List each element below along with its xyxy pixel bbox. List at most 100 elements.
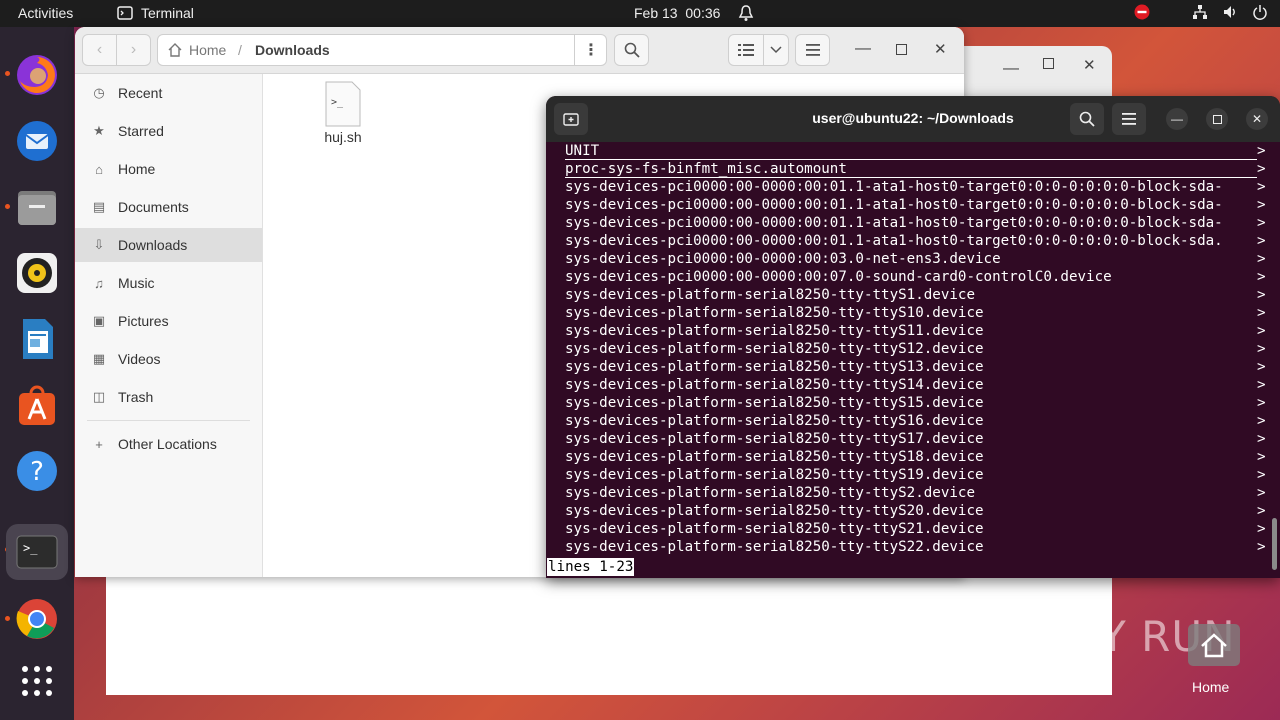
- minimize-icon[interactable]: —: [1003, 60, 1019, 78]
- overflow-marker: >: [1257, 251, 1266, 267]
- sidebar-item-trash[interactable]: ◫ Trash: [75, 380, 262, 414]
- breadcrumb-home[interactable]: Home: [189, 42, 226, 58]
- terminal-window: user@ubuntu22: ~/Downloads — ✕ UNIT > proc…: [546, 96, 1280, 578]
- breadcrumb-separator: /: [238, 42, 242, 58]
- close-icon[interactable]: ✕: [1083, 56, 1096, 74]
- sidebar-item-documents[interactable]: ▤ Documents: [75, 190, 262, 224]
- terminal-header: user@ubuntu22: ~/Downloads — ✕: [546, 96, 1280, 142]
- overflow-marker: >: [1257, 521, 1266, 537]
- back-button[interactable]: ‹: [82, 34, 117, 66]
- maximize-icon[interactable]: [896, 44, 907, 55]
- hamburger-menu-icon: [1122, 113, 1136, 125]
- trash-icon: ◫: [92, 389, 106, 404]
- overflow-marker: >: [1257, 449, 1266, 465]
- terminal-icon: [117, 6, 133, 20]
- svg-text:?: ?: [30, 457, 44, 487]
- file-name: huj.sh: [324, 129, 362, 145]
- list-view-icon: [738, 44, 754, 56]
- path-menu-icon[interactable]: ⋮: [583, 40, 599, 60]
- desktop-home-label[interactable]: Home: [1192, 679, 1229, 695]
- power-icon: [1252, 4, 1268, 20]
- overflow-marker: >: [1257, 287, 1266, 303]
- terminal-line: proc-sys-fs-binfmt_misc.automount: [565, 160, 1257, 178]
- desktop-home-icon[interactable]: [1186, 620, 1242, 668]
- view-options-button[interactable]: [763, 34, 789, 66]
- sidebar-item-music[interactable]: ♫ Music: [75, 266, 262, 300]
- path-bar[interactable]: Home / Downloads ⋮: [157, 34, 607, 66]
- bell-icon[interactable]: [738, 4, 754, 22]
- sidebar-item-videos[interactable]: ▦ Videos: [75, 342, 262, 376]
- show-applications-icon[interactable]: [13, 657, 61, 705]
- overflow-marker: >: [1257, 431, 1266, 447]
- terminal-line: sys-devices-platform-serial8250-tty-ttyS…: [565, 539, 984, 555]
- sidebar-divider: [87, 420, 250, 421]
- overflow-marker: >: [1257, 233, 1266, 249]
- background-window: [106, 577, 1112, 695]
- forward-button[interactable]: ›: [116, 34, 151, 66]
- network-icon: [1192, 4, 1208, 20]
- download-icon: ⇩: [93, 237, 105, 252]
- terminal-minimize-button[interactable]: —: [1166, 108, 1188, 130]
- music-icon: ♫: [94, 275, 104, 291]
- activities-button[interactable]: Activities: [18, 5, 73, 21]
- terminal-close-button[interactable]: ✕: [1246, 108, 1268, 130]
- video-icon: ▦: [92, 351, 106, 366]
- app-menu[interactable]: Terminal: [117, 5, 194, 21]
- chevron-down-icon: [770, 46, 782, 54]
- overflow-marker: >: [1257, 395, 1266, 411]
- running-indicator: [5, 616, 10, 621]
- overflow-marker: >: [1257, 323, 1266, 339]
- document-icon: ▤: [92, 199, 106, 214]
- terminal-search-button[interactable]: [1070, 103, 1104, 135]
- overflow-marker: >: [1257, 467, 1266, 483]
- overflow-marker: >: [1257, 341, 1266, 357]
- svg-text:>_: >_: [23, 541, 38, 555]
- terminal-line: sys-devices-platform-serial8250-tty-ttyS…: [565, 413, 984, 429]
- list-view-button[interactable]: [728, 34, 764, 66]
- terminal-line: sys-devices-pci0000:00-0000:00:03.0-net-…: [565, 251, 1001, 267]
- sidebar-item-pictures[interactable]: ▣ Pictures: [75, 304, 262, 338]
- system-tray[interactable]: [1134, 4, 1268, 20]
- thunderbird-icon[interactable]: [13, 117, 61, 165]
- close-icon: ✕: [1251, 112, 1263, 126]
- terminal-output[interactable]: UNIT > proc-sys-fs-binfmt_misc.automount > s…: [546, 142, 1280, 578]
- terminal-line: sys-devices-platform-serial8250-tty-ttyS…: [565, 287, 975, 303]
- overflow-marker: >: [1257, 485, 1266, 501]
- terminal-line: sys-devices-pci0000:00-0000:00:07.0-soun…: [565, 269, 1112, 285]
- libreoffice-writer-icon[interactable]: [13, 315, 61, 363]
- overflow-marker: >: [1257, 161, 1266, 177]
- sidebar-item-recent[interactable]: ◷ Recent: [75, 76, 262, 110]
- terminal-menu-button[interactable]: [1112, 103, 1146, 135]
- firefox-icon[interactable]: [13, 51, 61, 99]
- terminal-scrollbar[interactable]: [1272, 518, 1277, 570]
- sidebar-item-other-locations[interactable]: + Other Locations: [75, 427, 262, 461]
- file-item[interactable]: >_ huj.sh: [311, 81, 375, 151]
- star-icon: ★: [93, 123, 105, 138]
- overflow-marker: >: [1257, 413, 1266, 429]
- breadcrumb-current[interactable]: Downloads: [255, 42, 330, 58]
- overflow-marker: >: [1257, 377, 1266, 393]
- clock[interactable]: Feb 13 00:36: [634, 5, 720, 21]
- file-manager-header: ‹ › Home / Downloads ⋮ — ✕: [75, 27, 964, 74]
- sidebar-item-downloads[interactable]: ⇩ Downloads: [75, 228, 262, 262]
- main-menu-button[interactable]: [795, 34, 830, 66]
- ubuntu-software-icon[interactable]: [13, 381, 61, 429]
- terminal-header-line: UNIT: [565, 142, 1257, 160]
- minimize-icon[interactable]: —: [855, 40, 871, 58]
- running-indicator: [5, 71, 10, 76]
- overflow-marker: >: [1257, 197, 1266, 213]
- terminal-dock-icon[interactable]: >_: [6, 524, 68, 580]
- sidebar-item-home[interactable]: ⌂ Home: [75, 152, 262, 186]
- maximize-icon[interactable]: [1043, 58, 1054, 69]
- terminal-line: sys-devices-platform-serial8250-tty-ttyS…: [565, 359, 984, 375]
- help-icon[interactable]: ?: [13, 447, 61, 495]
- rhythmbox-icon[interactable]: [13, 249, 61, 297]
- overflow-marker: >: [1257, 359, 1266, 375]
- chrome-icon[interactable]: [13, 595, 61, 643]
- terminal-maximize-button[interactable]: [1206, 108, 1228, 130]
- files-icon[interactable]: [13, 183, 61, 231]
- sidebar-item-starred[interactable]: ★ Starred: [75, 114, 262, 148]
- search-button[interactable]: [614, 34, 649, 66]
- close-icon[interactable]: ✕: [934, 40, 947, 58]
- overflow-marker: >: [1257, 503, 1266, 519]
